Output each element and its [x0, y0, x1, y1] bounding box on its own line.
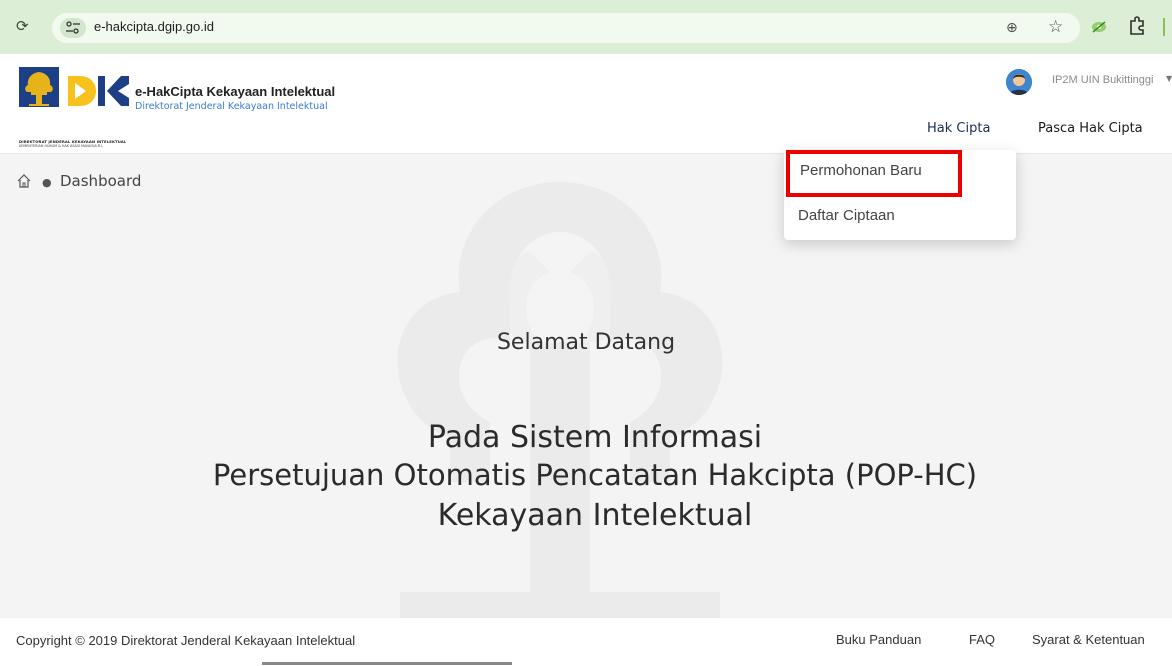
highlight-box	[786, 150, 962, 197]
home-icon[interactable]	[16, 173, 32, 193]
breadcrumb-current: Dashboard	[60, 172, 142, 190]
watermark-emblem-icon	[380, 182, 740, 618]
address-bar[interactable]: e-hakcipta.dgip.go.id	[52, 13, 1080, 43]
welcome-heading: Selamat Datang	[496, 330, 676, 355]
bookmark-star-icon[interactable]: ☆	[1048, 17, 1063, 37]
footer-link-buku-panduan[interactable]: Buku Panduan	[836, 632, 921, 647]
breadcrumb-separator: ●	[42, 176, 52, 189]
brand-title[interactable]: e-HakCipta Kekayaan Intelektual	[135, 84, 335, 99]
welcome-line-1: Pada Sistem Informasi	[427, 420, 763, 455]
nav-pasca-hak-cipta[interactable]: Pasca Hak Cipta	[1038, 121, 1143, 136]
user-avatar[interactable]	[1006, 69, 1032, 95]
dki-logo-icon	[66, 72, 130, 110]
kemenkumham-emblem-icon	[19, 67, 59, 107]
menu-item-daftar-ciptaan[interactable]: Daftar Ciptaan	[798, 207, 895, 224]
app-header: DIREKTORAT JENDERAL KEKAYAAN INTELEKTUAL…	[0, 54, 1172, 154]
url-text[interactable]: e-hakcipta.dgip.go.id	[94, 19, 214, 34]
welcome-line-3: Kekayaan Intelektual	[437, 498, 753, 533]
chevron-down-icon[interactable]: ▼	[1166, 74, 1172, 83]
site-info-icon[interactable]	[60, 18, 86, 38]
footer: Copyright © 2019 Direktorat Jenderal Kek…	[0, 618, 1172, 666]
brand-subtitle: Direktorat Jenderal Kekayaan Intelektual	[135, 101, 328, 112]
copyright-text: Copyright © 2019 Direktorat Jenderal Kek…	[16, 633, 356, 648]
footer-link-faq[interactable]: FAQ	[969, 632, 995, 647]
eye-extension-icon[interactable]	[1090, 19, 1108, 38]
user-name[interactable]: IP2M UIN Bukittinggi	[1052, 74, 1153, 86]
logo-caption-line2: KEMENTERIAN HUKUM & HAK ASASI MANUSIA R.…	[19, 144, 104, 148]
browser-toolbar: ⟳ e-hakcipta.dgip.go.id ⊕ ☆	[0, 0, 1172, 54]
extensions-puzzle-icon[interactable]	[1128, 16, 1146, 40]
footer-link-syarat-ketentuan[interactable]: Syarat & Ketentuan	[1032, 632, 1145, 647]
zoom-icon[interactable]: ⊕	[1006, 20, 1018, 36]
toolbar-divider	[1163, 18, 1165, 36]
horizontal-scrollbar[interactable]	[262, 662, 512, 665]
nav-hak-cipta[interactable]: Hak Cipta	[927, 121, 990, 136]
reload-icon[interactable]: ⟳	[16, 17, 32, 37]
welcome-line-2: Persetujuan Otomatis Pencatatan Hakcipta…	[212, 458, 978, 492]
